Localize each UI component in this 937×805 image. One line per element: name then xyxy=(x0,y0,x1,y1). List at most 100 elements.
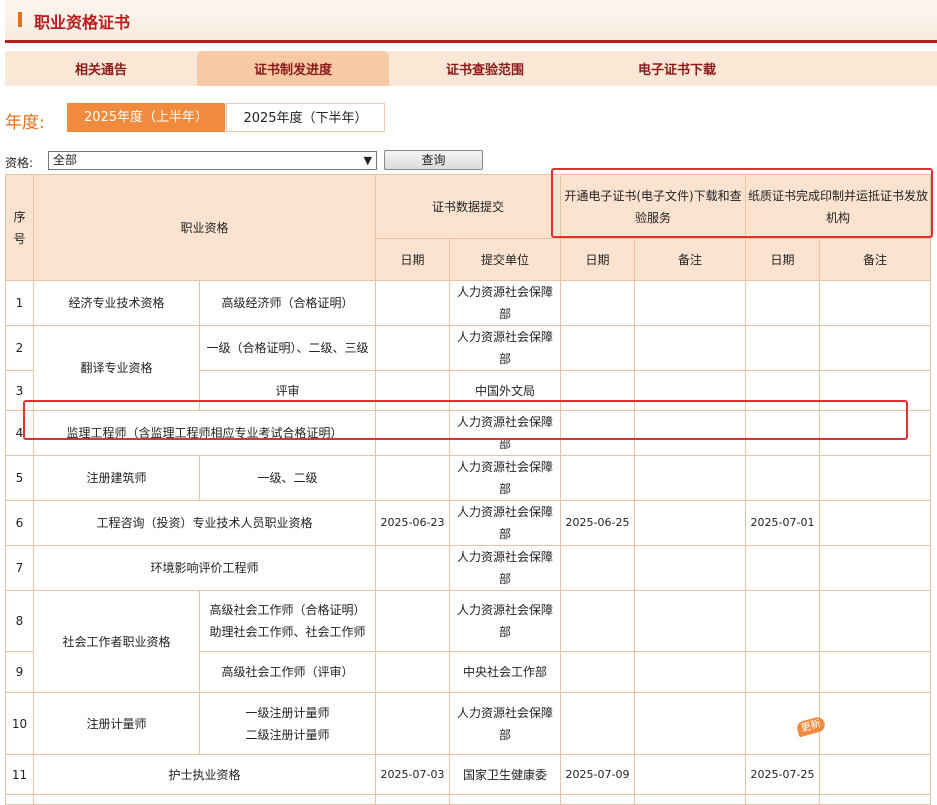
header-paper-delivery: 纸质证书完成印制并运抵证书发放机构 xyxy=(745,174,931,239)
row-index: 9 xyxy=(5,651,34,693)
row-submit-date xyxy=(375,325,450,371)
row-index: 4 xyxy=(5,410,34,456)
row-electronic-date xyxy=(560,325,635,371)
row-paper-date xyxy=(745,651,820,693)
row-paper-remark xyxy=(819,280,931,326)
tab-e-certificate-download[interactable]: 电子证书下载 xyxy=(581,51,773,86)
row-sub-qualification: 高级经济师（合格证明） xyxy=(199,280,376,326)
row-paper-date: 2025-07-01 xyxy=(745,500,820,546)
row-sub-qualification: 一级、二级 xyxy=(199,455,376,501)
row-submit-unit: 人力资源社会保障部 xyxy=(449,280,561,326)
row-electronic-date xyxy=(560,692,635,755)
row-sub-qualification-line: 二级注册计量师 xyxy=(245,727,330,742)
row-submit-unit: 人力资源社会保障部 xyxy=(449,325,561,371)
table-row: 7 环境影响评价工程师 人力资源社会保障部 xyxy=(5,545,931,591)
tab-verification-scope[interactable]: 证书查验范围 xyxy=(389,51,581,86)
row-electronic-date xyxy=(560,545,635,591)
table-row xyxy=(5,794,931,805)
year-second-half-button[interactable]: 2025年度（下半年） xyxy=(226,103,385,132)
row-index: 1 xyxy=(5,280,34,326)
row-qualification: 翻译专业资格 xyxy=(33,325,200,411)
header-paper-remark: 备注 xyxy=(819,238,931,281)
row-electronic-remark xyxy=(634,754,746,795)
row-sub-qualification-line: 助理社会工作师、社会工作师 xyxy=(209,625,366,639)
page-header: 职业资格证书 xyxy=(5,0,937,43)
row-index: 7 xyxy=(5,545,34,591)
row-qualification: 环境影响评价工程师 xyxy=(33,545,376,591)
row-electronic-remark xyxy=(634,500,746,546)
table-row: 11 护士执业资格 2025-07-03 国家卫生健康委 2025-07-09 … xyxy=(5,754,931,795)
header-data-submit: 证书数据提交 xyxy=(375,174,561,239)
row-submit-date xyxy=(375,410,450,456)
row-submit-unit: 中国外文局 xyxy=(449,370,561,411)
header-paper-date: 日期 xyxy=(745,238,820,281)
row-submit-unit: 人力资源社会保障部 xyxy=(449,410,561,456)
qualification-filter-label: 资格: xyxy=(5,156,34,170)
table-row: 4 监理工程师（含监理工程师相应专业考试合格证明） 人力资源社会保障部 xyxy=(5,410,931,456)
qualification-select[interactable]: 全部 ▼ xyxy=(48,151,377,170)
row-electronic-remark xyxy=(634,692,746,755)
table-row: 10 注册计量师 一级注册计量师 二级注册计量师 人力资源社会保障部 xyxy=(5,692,931,755)
row-paper-remark xyxy=(819,651,931,693)
row-paper-date xyxy=(745,590,820,652)
qualification-select-value: 全部 xyxy=(53,153,78,167)
row-submit-unit: 人力资源社会保障部 xyxy=(449,692,561,755)
row-submit-unit: 人力资源社会保障部 xyxy=(449,590,561,652)
table-row: 8 社会工作者职业资格 高级社会工作师（合格证明） 助理社会工作师、社会工作师 … xyxy=(5,590,931,693)
row-submit-date xyxy=(375,545,450,591)
row-submit-date: 2025-06-23 xyxy=(375,500,450,546)
row-electronic-remark xyxy=(634,651,746,693)
table-row: 5 注册建筑师 一级、二级 人力资源社会保障部 xyxy=(5,455,931,501)
header-index: 序号 xyxy=(5,174,34,281)
row-electronic-date: 2025-06-25 xyxy=(560,500,635,546)
row-paper-date xyxy=(745,280,820,326)
row-electronic-date xyxy=(560,590,635,652)
row-index: 2 xyxy=(5,325,34,371)
row-paper-remark xyxy=(819,325,931,371)
header-qualification: 职业资格 xyxy=(33,174,376,281)
row-submit-unit: 人力资源社会保障部 xyxy=(449,455,561,501)
row-sub-qualification-line: 一级注册计量师 xyxy=(245,705,330,720)
tab-progress[interactable]: 证书制发进度 xyxy=(197,51,389,86)
row-submit-date xyxy=(375,590,450,652)
row-qualification: 社会工作者职业资格 xyxy=(33,590,200,693)
row-paper-remark xyxy=(819,455,931,501)
row-paper-date xyxy=(745,325,820,371)
row-submit-date xyxy=(375,651,450,693)
page-title: 职业资格证书 xyxy=(34,13,131,32)
header-electronic-service: 开通电子证书(电子文件)下载和查验服务 xyxy=(560,174,746,239)
year-first-half-button[interactable]: 2025年度（上半年） xyxy=(67,103,225,132)
row-sub-qualification: 一级（合格证明）、二级、三级 xyxy=(199,325,376,371)
row-electronic-remark xyxy=(634,325,746,371)
row-electronic-remark xyxy=(634,280,746,326)
row-qualification: 护士执业资格 xyxy=(33,754,376,795)
row-paper-date xyxy=(745,370,820,411)
row-electronic-remark xyxy=(634,370,746,411)
row-submit-date xyxy=(375,280,450,326)
row-submit-unit: 国家卫生健康委 xyxy=(449,754,561,795)
row-paper-remark xyxy=(819,410,931,456)
row-paper-remark xyxy=(819,590,931,652)
row-index: 3 xyxy=(5,370,34,411)
year-label: 年度: xyxy=(5,113,45,133)
row-submit-date: 2025-07-03 xyxy=(375,754,450,795)
row-submit-unit: 人力资源社会保障部 xyxy=(449,500,561,546)
row-index: 11 xyxy=(5,754,34,795)
query-button[interactable]: 查询 xyxy=(384,150,483,170)
tab-notices[interactable]: 相关通告 xyxy=(5,51,197,86)
row-electronic-date xyxy=(560,651,635,693)
row-qualification: 注册建筑师 xyxy=(33,455,200,501)
row-qualification: 工程咨询（投资）专业技术人员职业资格 xyxy=(33,500,376,546)
header-submit-date: 日期 xyxy=(375,238,450,281)
chevron-down-icon: ▼ xyxy=(363,154,372,167)
table-row: 2 翻译专业资格 一级（合格证明）、二级、三级 人力资源社会保障部 xyxy=(5,325,931,411)
row-electronic-remark xyxy=(634,590,746,652)
row-paper-remark xyxy=(819,545,931,591)
row-sub-qualification: 评审 xyxy=(199,370,376,411)
row-electronic-date xyxy=(560,280,635,326)
row-electronic-remark xyxy=(634,455,746,501)
row-paper-remark xyxy=(819,500,931,546)
table-row: 1 经济专业技术资格 高级经济师（合格证明） 人力资源社会保障部 xyxy=(5,280,931,326)
row-electronic-date xyxy=(560,370,635,411)
row-paper-remark xyxy=(819,754,931,795)
